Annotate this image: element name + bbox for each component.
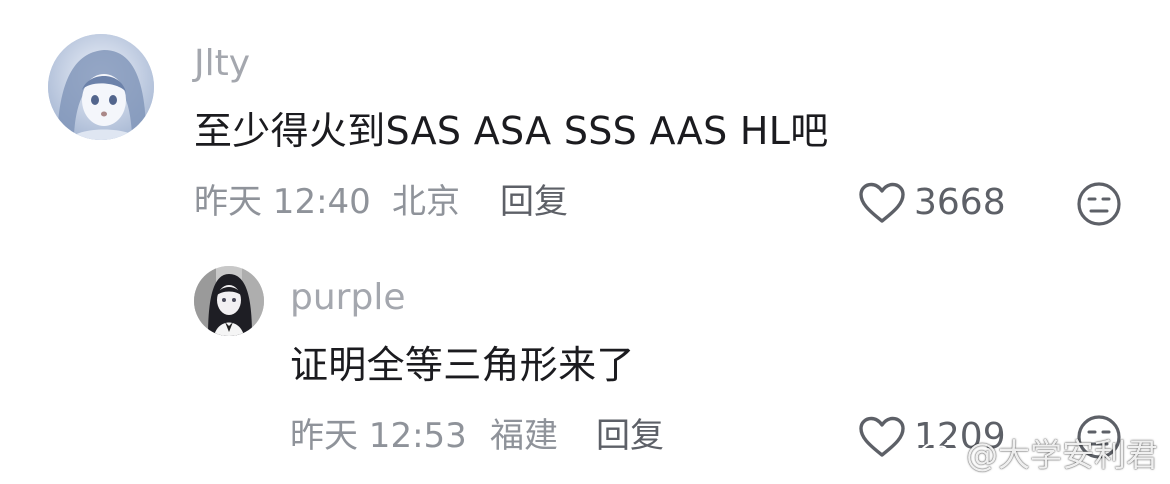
comment-time: 昨天 12:53 <box>290 416 467 456</box>
watermark: @大学安利君 <box>916 436 1158 474</box>
username[interactable]: Jlty <box>194 44 250 84</box>
watermark-text: @大学安利君 <box>965 436 1158 474</box>
username[interactable]: purple <box>290 278 405 318</box>
comment-location: 北京 <box>392 182 460 222</box>
reply-button[interactable]: 回复 <box>500 182 568 222</box>
heart-icon <box>859 182 905 223</box>
anime-girl-dark-hair-avatar-icon <box>194 266 264 336</box>
avatar[interactable] <box>194 266 264 336</box>
avatar[interactable] <box>48 34 154 140</box>
anime-girl-avatar-icon <box>48 34 154 140</box>
comment-time: 昨天 12:40 <box>194 182 371 222</box>
weibo-icon <box>916 440 959 471</box>
comment-location: 福建 <box>490 416 558 456</box>
like-count: 3668 <box>914 182 1006 223</box>
comment-text[interactable]: 证明全等三角形来了 <box>290 342 635 388</box>
reply-button[interactable]: 回复 <box>596 416 664 456</box>
meh-face-icon <box>1077 182 1121 226</box>
comment-text[interactable]: 至少得火到SAS ASA SSS AAS HL吧 <box>194 108 829 154</box>
comment-item: Jlty 至少得火到SAS ASA SSS AAS HL吧 昨天 12:40 北… <box>0 0 1170 240</box>
dislike-button[interactable] <box>1076 181 1122 231</box>
like-button[interactable]: 3668 <box>858 182 1006 224</box>
heart-icon <box>859 416 905 457</box>
